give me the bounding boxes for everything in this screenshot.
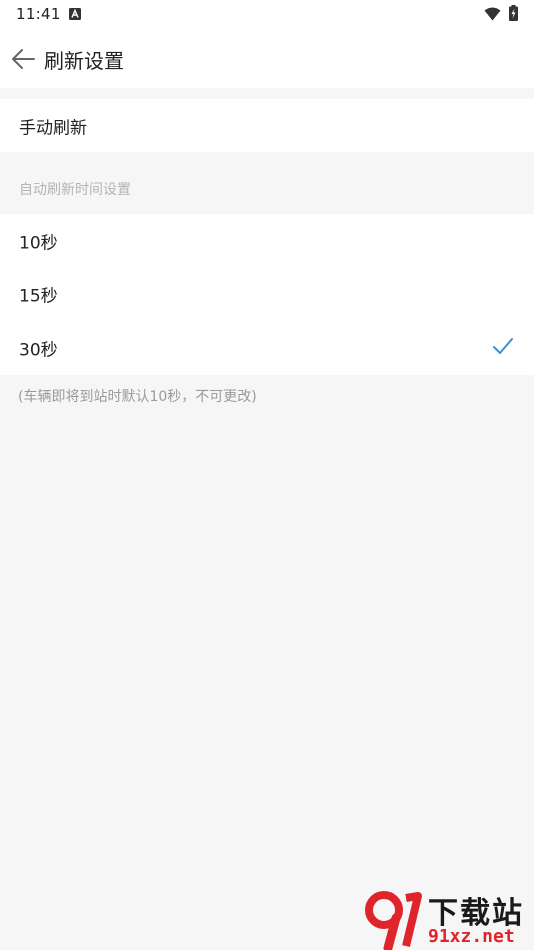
auto-refresh-footnote: (车辆即将到站时默认10秒，不可更改) <box>18 389 257 405</box>
watermark-logo-icon <box>365 891 422 950</box>
checkmark-icon <box>493 338 513 354</box>
option-30s-row[interactable]: 30秒 <box>0 320 534 375</box>
battery-icon <box>509 5 518 21</box>
wifi-icon <box>484 7 501 21</box>
auto-refresh-section-title: 自动刷新时间设置 <box>19 182 131 198</box>
option-10s-row[interactable]: 10秒 <box>0 214 534 267</box>
option-label: 10秒 <box>19 233 58 253</box>
status-bar: 11:41 <box>0 0 534 30</box>
option-label: 30秒 <box>19 340 58 360</box>
watermark: 下载站 91xz.net <box>362 888 534 950</box>
app-bar: 刷新设置 <box>0 30 534 88</box>
page-title: 刷新设置 <box>44 49 124 73</box>
manual-refresh-label: 手动刷新 <box>19 118 87 138</box>
back-button[interactable] <box>8 44 38 74</box>
a-notification-icon <box>69 8 81 20</box>
status-time: 11:41 <box>16 5 61 23</box>
manual-refresh-row[interactable]: 手动刷新 <box>0 99 534 152</box>
arrow-left-icon <box>12 49 35 69</box>
option-15s-row[interactable]: 15秒 <box>0 267 534 320</box>
watermark-text-bottom: 91xz.net <box>428 926 515 947</box>
option-label: 15秒 <box>19 286 58 306</box>
